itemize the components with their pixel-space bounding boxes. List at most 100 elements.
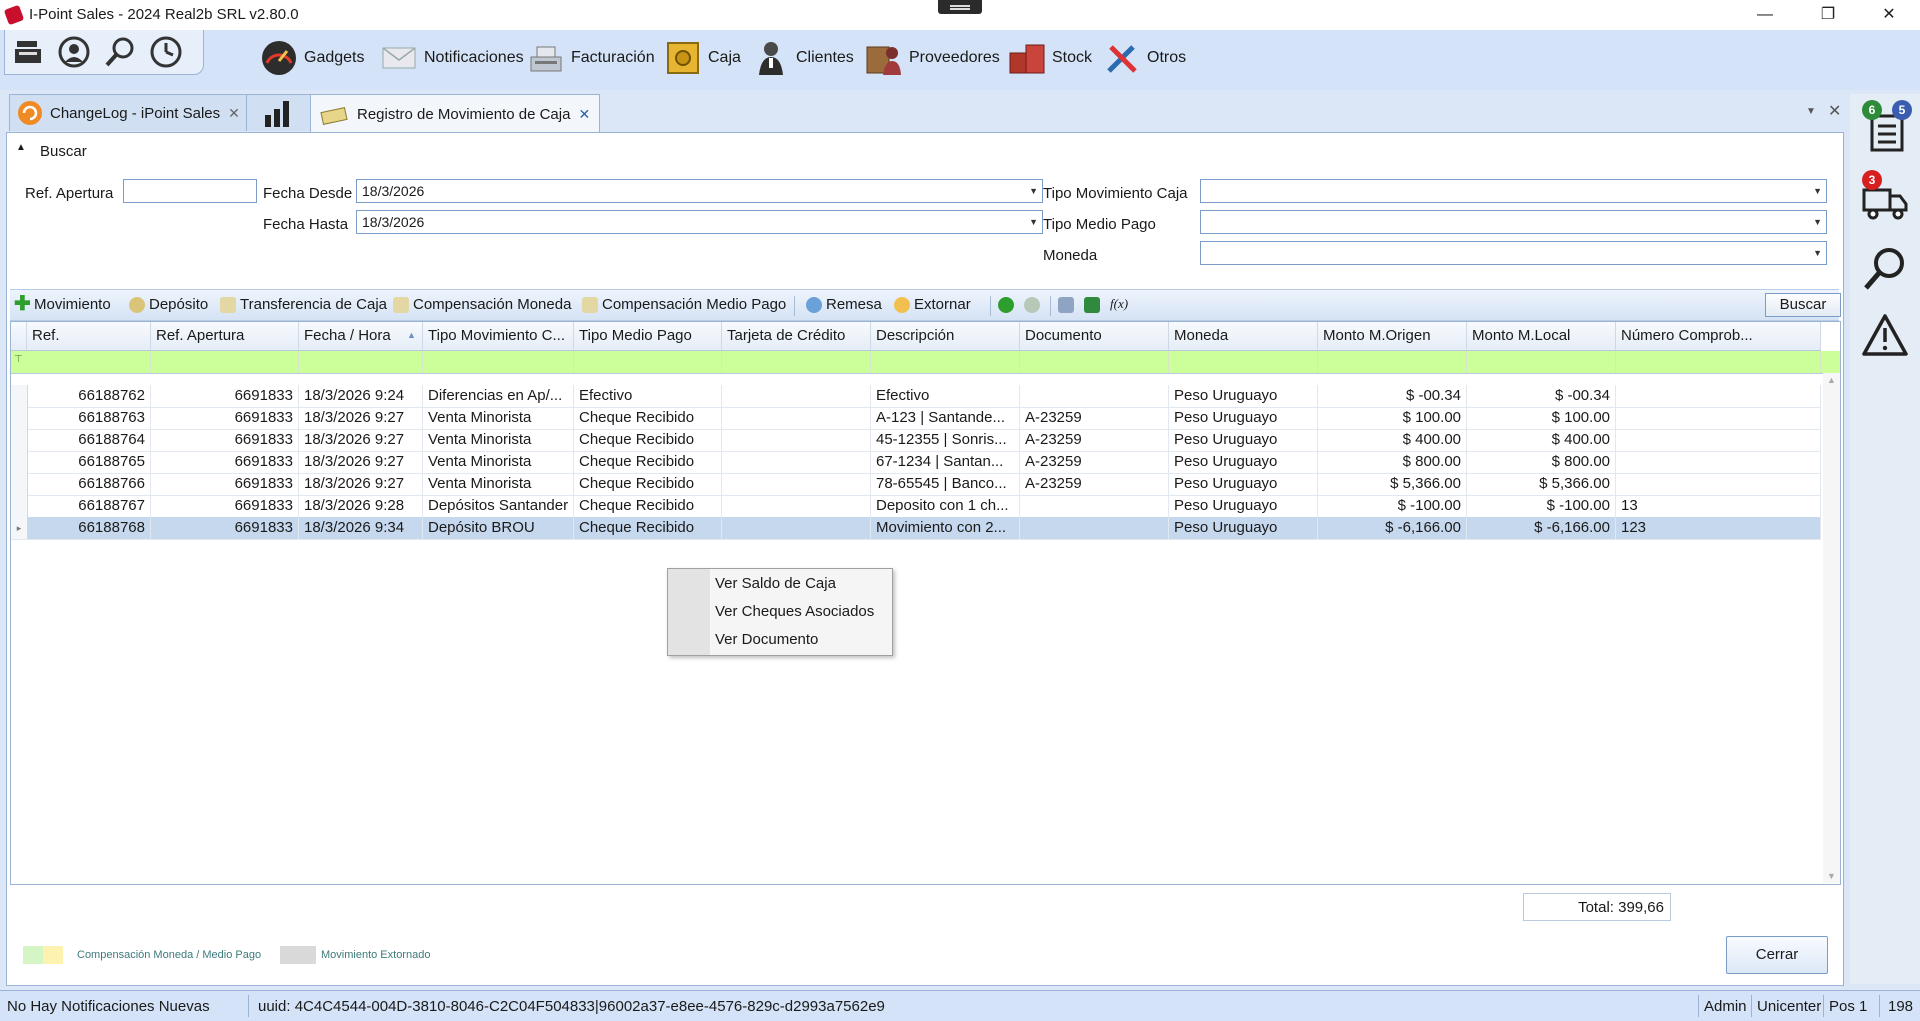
fecha-hasta-picker[interactable]: 18/3/2026 ▼: [356, 210, 1043, 234]
fecha-desde-dropdown-icon[interactable]: ▼: [1029, 180, 1038, 202]
row-indicator[interactable]: ▸: [11, 517, 28, 539]
tab-changelog-close[interactable]: ✕: [228, 105, 240, 122]
tab-registro-close[interactable]: ✕: [578, 106, 590, 123]
tab-changelog[interactable]: ChangeLog - iPoint Sales ✕: [9, 94, 248, 131]
tipo-medio-pago-select[interactable]: ▼: [1200, 210, 1827, 234]
deposito-button[interactable]: Depósito: [129, 296, 208, 313]
table-cell: 18/3/2026 9:27: [299, 407, 423, 429]
table-row[interactable]: 66188765 6691833 18/3/2026 9:27 Venta Minor…: [11, 451, 1821, 474]
compensacion-medio-pago-button[interactable]: Compensación Medio Pago: [582, 296, 786, 313]
column-header[interactable]: Tipo Movimiento C...: [423, 322, 574, 350]
grid-filter-row[interactable]: ⊤: [11, 351, 1840, 374]
alerts-panel-button[interactable]: [1860, 310, 1910, 360]
filter-cell[interactable]: [1318, 351, 1467, 373]
grid-vertical-scrollbar[interactable]: ▲ ▼: [1823, 373, 1840, 883]
column-header[interactable]: Fecha / Hora: [299, 322, 423, 350]
arrow-down-icon[interactable]: [1024, 297, 1040, 313]
tab-list-dropdown-icon[interactable]: ▼: [1806, 106, 1816, 117]
column-header[interactable]: Tipo Medio Pago: [574, 322, 722, 350]
user-quick-icon[interactable]: [57, 35, 91, 69]
row-indicator[interactable]: [11, 429, 28, 451]
table-row[interactable]: 66188764 6691833 18/3/2026 9:27 Venta Minor…: [11, 429, 1821, 452]
column-header[interactable]: Monto M.Local: [1467, 322, 1616, 350]
filter-cell[interactable]: [722, 351, 871, 373]
tasks-panel-button[interactable]: 6 5: [1860, 100, 1912, 156]
close-window-button[interactable]: ✕: [1866, 0, 1912, 30]
table-row[interactable]: 66188767 6691833 18/3/2026 9:28 Depósitos S…: [11, 495, 1821, 518]
window-grip[interactable]: [938, 0, 982, 14]
menu-proveedores[interactable]: Proveedores: [865, 36, 1000, 80]
row-indicator[interactable]: [11, 407, 28, 429]
search-panel-button[interactable]: [1860, 244, 1910, 294]
close-all-tabs-icon[interactable]: ✕: [1828, 101, 1841, 121]
filter-cell[interactable]: [1169, 351, 1318, 373]
print-preview-icon[interactable]: [1058, 297, 1074, 313]
tipo-movimiento-select[interactable]: ▼: [1200, 179, 1827, 203]
column-header[interactable]: Documento: [1020, 322, 1169, 350]
filter-cell[interactable]: [1467, 351, 1616, 373]
column-header[interactable]: Tarjeta de Crédito: [722, 322, 871, 350]
column-header[interactable]: Monto M.Origen: [1318, 322, 1467, 350]
filter-cell[interactable]: [1616, 351, 1821, 373]
search-quick-icon[interactable]: [103, 35, 137, 69]
buscar-button[interactable]: Buscar: [1765, 293, 1841, 317]
scroll-down-icon[interactable]: ▼: [1827, 871, 1836, 881]
row-indicator[interactable]: [11, 495, 28, 517]
row-indicator[interactable]: [11, 451, 28, 473]
compensacion-moneda-button[interactable]: Compensación Moneda: [393, 296, 571, 313]
tipo-medio-pago-dropdown-icon[interactable]: ▼: [1813, 211, 1822, 233]
collapse-search-icon[interactable]: ▲: [16, 142, 26, 153]
menu-clientes[interactable]: Clientes: [752, 36, 854, 80]
column-header[interactable]: Número Comprob...: [1616, 322, 1821, 350]
tab-dashboard[interactable]: [246, 94, 312, 131]
movimiento-button[interactable]: ✚ Movimiento: [14, 294, 111, 314]
tipo-movimiento-dropdown-icon[interactable]: ▼: [1813, 180, 1822, 202]
filter-cell[interactable]: [151, 351, 299, 373]
menu-caja[interactable]: Caja: [664, 36, 741, 80]
filter-cell[interactable]: [27, 351, 151, 373]
moneda-dropdown-icon[interactable]: ▼: [1813, 242, 1822, 264]
tab-registro-movimiento-caja[interactable]: Registro de Movimiento de Caja ✕: [310, 94, 600, 133]
cerrar-button[interactable]: Cerrar: [1726, 936, 1828, 974]
filter-cell[interactable]: [574, 351, 722, 373]
menu-stock[interactable]: Stock: [1008, 36, 1092, 80]
minimize-button[interactable]: —: [1742, 0, 1788, 30]
column-header[interactable]: Ref.: [27, 322, 151, 350]
column-header[interactable]: Ref. Apertura: [151, 322, 299, 350]
row-indicator[interactable]: [11, 385, 28, 407]
fecha-hasta-dropdown-icon[interactable]: ▼: [1029, 211, 1038, 233]
arrow-up-icon[interactable]: [998, 297, 1014, 313]
column-header[interactable]: Moneda: [1169, 322, 1318, 350]
ctx-ver-cheques-asociados[interactable]: Ver Cheques Asociados: [715, 603, 874, 620]
restore-button[interactable]: ❐: [1805, 0, 1851, 30]
row-indicator[interactable]: [11, 473, 28, 495]
filter-cell[interactable]: [871, 351, 1020, 373]
menu-facturacion[interactable]: Facturación: [527, 36, 655, 80]
ctx-ver-documento[interactable]: Ver Documento: [715, 631, 818, 648]
menu-gadgets[interactable]: Gadgets: [260, 36, 364, 80]
scroll-up-icon[interactable]: ▲: [1827, 375, 1836, 385]
column-header[interactable]: Descripción: [871, 322, 1020, 350]
menu-otros[interactable]: Otros: [1103, 36, 1186, 80]
moneda-select[interactable]: ▼: [1200, 241, 1827, 265]
fecha-desde-picker[interactable]: 18/3/2026 ▼: [356, 179, 1043, 203]
table-row[interactable]: 66188762 6691833 18/3/2026 9:24 Diferencias…: [11, 385, 1821, 408]
filter-cell[interactable]: [423, 351, 574, 373]
search-section-label: Buscar: [40, 143, 87, 160]
cash-register-quick-icon[interactable]: [11, 35, 45, 69]
table-row[interactable]: ▸ 66188768 6691833 18/3/2026 9:34 Depósito B…: [11, 517, 1821, 540]
clock-quick-icon[interactable]: [149, 35, 183, 69]
filter-cell[interactable]: [1020, 351, 1169, 373]
table-row[interactable]: 66188763 6691833 18/3/2026 9:27 Venta Minor…: [11, 407, 1821, 430]
table-row[interactable]: 66188766 6691833 18/3/2026 9:27 Venta Minor…: [11, 473, 1821, 496]
remesa-button[interactable]: Remesa: [806, 296, 882, 313]
ctx-ver-saldo-caja[interactable]: Ver Saldo de Caja: [715, 575, 836, 592]
formula-button[interactable]: f(x): [1110, 296, 1128, 312]
ref-apertura-input[interactable]: [123, 179, 257, 203]
excel-export-icon[interactable]: [1084, 297, 1100, 313]
delivery-panel-button[interactable]: 3: [1860, 170, 1910, 226]
menu-notificaciones[interactable]: Notificaciones: [380, 36, 524, 80]
extornar-button[interactable]: Extornar: [894, 296, 971, 313]
transferencia-button[interactable]: Transferencia de Caja: [220, 296, 387, 313]
filter-cell[interactable]: [299, 351, 423, 373]
